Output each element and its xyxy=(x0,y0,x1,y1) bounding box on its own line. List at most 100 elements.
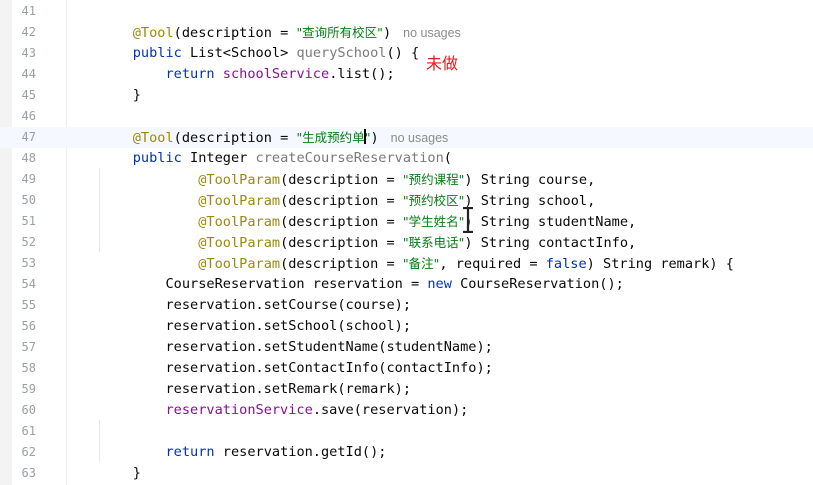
code-token: (description = xyxy=(280,172,403,188)
code-line[interactable]: 55 reservation.setCourse(course); xyxy=(0,295,813,316)
code-line[interactable]: 53 @ToolParam(description = "备注", requir… xyxy=(0,253,813,274)
code-token: public xyxy=(132,45,191,61)
code-token: return xyxy=(165,444,223,460)
line-number: 41 xyxy=(21,4,36,18)
code-token: ) String remark) { xyxy=(586,256,734,272)
code-token: (description = xyxy=(280,235,403,251)
line-number: 45 xyxy=(21,88,36,102)
code-token: public xyxy=(132,150,191,166)
code-text[interactable]: reservation.setStudentName(studentName); xyxy=(100,337,492,358)
code-token: Integer xyxy=(190,150,256,166)
code-text[interactable]: @ToolParam(description = "备注", required … xyxy=(100,253,734,275)
code-text[interactable]: @ToolParam(description = "预约校区") String … xyxy=(100,190,595,212)
code-line[interactable]: 56 reservation.setSchool(school); xyxy=(0,316,813,337)
code-line[interactable]: 46 xyxy=(0,106,813,127)
code-token: ) String studentName, xyxy=(464,214,637,230)
code-token: false xyxy=(545,256,587,272)
usage-hint: no usages xyxy=(403,26,461,40)
code-token: @Tool xyxy=(132,25,174,41)
code-token: reservation.setCourse(course); xyxy=(100,297,411,313)
code-line[interactable]: 48 public Integer createCourseReservatio… xyxy=(0,148,813,169)
line-number: 53 xyxy=(21,256,36,270)
code-token: List<School> xyxy=(190,45,297,61)
line-number: 56 xyxy=(21,319,36,333)
line-number: 42 xyxy=(21,25,36,39)
code-text[interactable]: reservation.setRemark(remark); xyxy=(100,379,411,400)
code-token: "预约课程" xyxy=(402,172,465,187)
code-line[interactable]: 41 xyxy=(0,1,813,22)
code-text[interactable]: @ToolParam(description = "预约课程") String … xyxy=(100,169,595,191)
code-line[interactable]: 57 reservation.setStudentName(studentNam… xyxy=(0,337,813,358)
code-token: "预约校区" xyxy=(402,193,465,208)
code-token: return xyxy=(165,66,223,82)
code-token: } xyxy=(100,87,141,103)
code-line[interactable]: 62 return reservation.getId(); xyxy=(0,442,813,463)
code-line[interactable]: 45 } xyxy=(0,85,813,106)
code-token: CourseReservation reservation = xyxy=(100,276,428,292)
code-line[interactable]: 43 public List<School> querySchool() { xyxy=(0,43,813,64)
code-text[interactable]: CourseReservation reservation = new Cour… xyxy=(100,274,624,295)
code-line[interactable]: 49 @ToolParam(description = "预约课程") Stri… xyxy=(0,169,813,190)
code-token: , required = xyxy=(439,256,546,272)
code-token: (description = xyxy=(280,214,403,230)
code-token: ) xyxy=(382,25,392,41)
code-line[interactable]: 47 @Tool(description = "生成预约单") no usages xyxy=(0,127,813,148)
code-text[interactable]: reservation.setSchool(school); xyxy=(100,316,411,337)
code-token: (description = xyxy=(280,256,403,272)
line-number: 55 xyxy=(21,298,36,312)
code-line[interactable]: 52 @ToolParam(description = "联系电话") Stri… xyxy=(0,232,813,253)
code-text[interactable]: } xyxy=(100,463,141,484)
code-text[interactable]: @ToolParam(description = "联系电话") String … xyxy=(100,232,636,254)
code-token: "生成预约单 xyxy=(296,130,365,145)
code-text[interactable]: @Tool(description = "生成预约单") no usages xyxy=(100,127,448,149)
code-token: "学生姓名" xyxy=(402,214,465,229)
code-token: ( xyxy=(443,150,452,166)
line-number: 48 xyxy=(21,151,36,165)
code-text[interactable]: reservation.setContactInfo(contactInfo); xyxy=(100,358,492,379)
red-annotation-note: 未做 xyxy=(426,54,459,73)
code-text[interactable]: return schoolService.list(); xyxy=(100,64,395,85)
line-number: 52 xyxy=(21,235,36,249)
code-text[interactable]: reservation.setCourse(course); xyxy=(100,295,411,316)
code-token: @ToolParam xyxy=(198,214,281,230)
code-text[interactable]: return reservation.getId(); xyxy=(100,442,386,463)
code-text[interactable]: reservationService.save(reservation); xyxy=(100,400,468,421)
code-token: @ToolParam xyxy=(198,193,281,209)
code-token: "查询所有校区" xyxy=(296,25,383,40)
code-text[interactable]: @ToolParam(description = "学生姓名") String … xyxy=(100,211,636,233)
code-token: (description = xyxy=(173,25,297,41)
code-line[interactable]: 51 @ToolParam(description = "学生姓名") Stri… xyxy=(0,211,813,232)
code-token: CourseReservation(); xyxy=(460,276,624,292)
code-token: schoolService xyxy=(222,66,330,82)
code-token: () { xyxy=(386,45,420,61)
line-number: 62 xyxy=(21,445,36,459)
code-token: reservation.setSchool(school); xyxy=(100,318,411,334)
code-text[interactable]: public Integer createCourseReservation( xyxy=(100,148,452,169)
code-line[interactable]: 59 reservation.setRemark(remark); xyxy=(0,379,813,400)
code-line[interactable]: 63 } xyxy=(0,463,813,484)
code-text[interactable]: public List<School> querySchool() { xyxy=(100,43,419,64)
code-editor[interactable]: 41 42 @Tool(description = "查询所有校区") no usa… xyxy=(0,0,813,485)
code-line[interactable]: 58 reservation.setContactInfo(contactInf… xyxy=(0,358,813,379)
code-line[interactable]: 60 reservationService.save(reservation); xyxy=(0,400,813,421)
code-token: (description = xyxy=(173,130,297,146)
code-line[interactable]: 44 return schoolService.list(); xyxy=(0,64,813,85)
code-token: reservation.getId(); xyxy=(222,444,387,460)
code-token: "联系电话" xyxy=(402,235,465,250)
line-number: 43 xyxy=(21,46,36,60)
code-line[interactable]: 61 xyxy=(0,421,813,442)
code-token: .list(); xyxy=(329,66,395,82)
code-line[interactable]: 54 CourseReservation reservation = new C… xyxy=(0,274,813,295)
code-line[interactable]: 50 @ToolParam(description = "预约校区") Stri… xyxy=(0,190,813,211)
code-line[interactable]: 42 @Tool(description = "查询所有校区") no usage… xyxy=(0,22,813,43)
code-token: new xyxy=(427,276,461,292)
code-text[interactable]: } xyxy=(100,85,141,106)
code-token: @Tool xyxy=(132,130,174,146)
code-text[interactable]: @Tool(description = "查询所有校区") no usages xyxy=(100,22,461,44)
